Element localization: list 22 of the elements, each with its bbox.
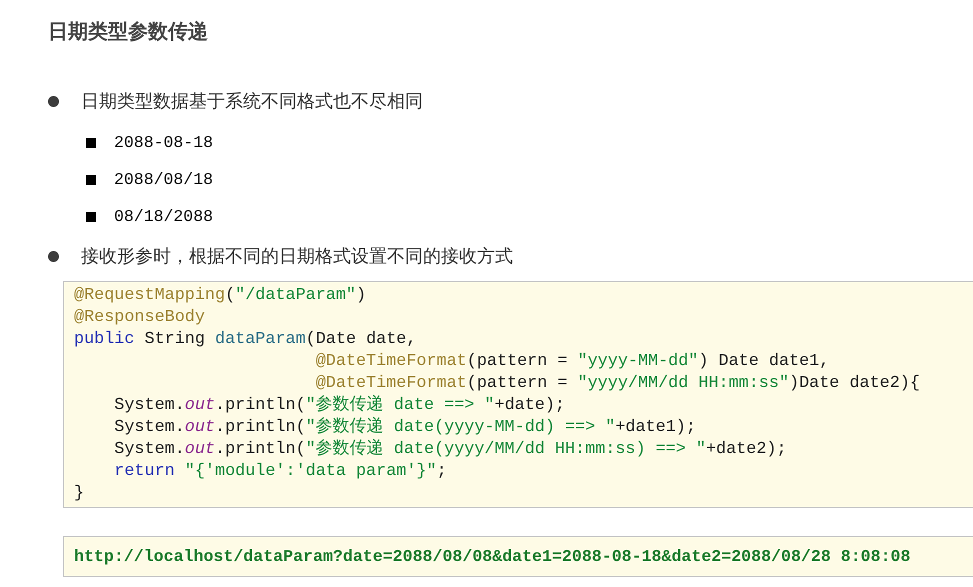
slide-title: 日期类型参数传递 bbox=[48, 18, 208, 45]
date-format-text: 2088-08-18 bbox=[114, 133, 214, 152]
bullet-icon bbox=[48, 250, 59, 262]
bullet-text: 接收形参时，根据不同的日期格式设置不同的接收方式 bbox=[81, 245, 513, 268]
code-line: System.out.println("参数传递 date(yyyy-MM-dd) ==> "+date1); bbox=[113, 417, 697, 438]
code-line: @ResponseBody bbox=[74, 307, 206, 329]
url-text: http://localhost/dataParam?date=2088/08/08&date1=2088-08-18&date2=2088/08/28 8:08:08 bbox=[63, 536, 973, 577]
date-format-text: 08/18/2088 bbox=[114, 207, 214, 226]
code-line: } bbox=[74, 483, 86, 505]
code-line: @DateTimeFormat(pattern = "yyyy-MM-dd") Date date1, bbox=[314, 351, 830, 373]
bullet-text: 日期类型数据基于系统不同格式也不尽相同 bbox=[81, 90, 423, 113]
square-bullet-icon bbox=[86, 138, 96, 148]
square-bullet-icon bbox=[86, 174, 96, 184]
code-line: System.out.println("参数传递 date(yyyy/MM/dd HH:mm:ss) ==> "+date2); bbox=[113, 439, 788, 461]
code-line: return "{'module':'data param'}"; bbox=[113, 461, 448, 483]
code-line: public String dataParam(Date date, bbox=[74, 329, 418, 351]
square-bullet-icon bbox=[86, 212, 96, 222]
code-line: @RequestMapping("/dataParam") bbox=[74, 285, 368, 307]
code-line: System.out.println("参数传递 date ==> "+date); bbox=[113, 395, 566, 416]
date-format-text: 2088/08/18 bbox=[114, 170, 214, 189]
bullet-icon bbox=[48, 96, 59, 106]
code-line: @DateTimeFormat(pattern = "yyyy/MM/dd HH:mm:ss")Date date2){ bbox=[314, 373, 921, 394]
